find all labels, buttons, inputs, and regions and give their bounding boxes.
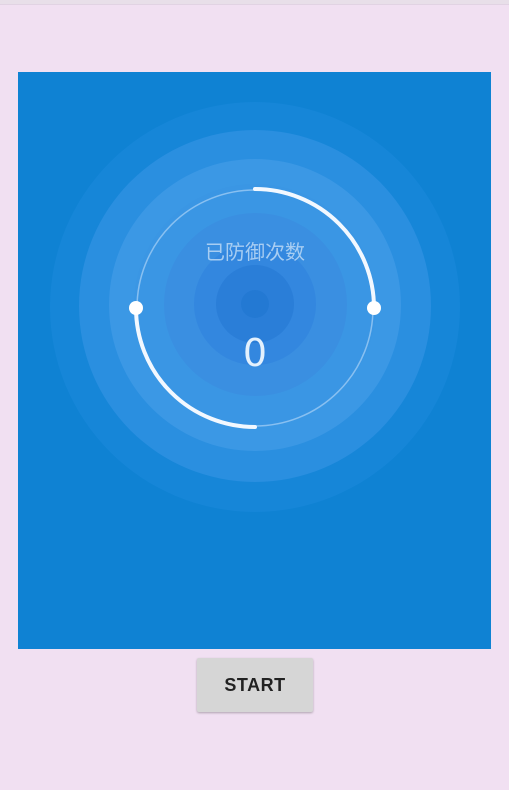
start-button[interactable]: START [197, 658, 313, 712]
defense-panel: 已防御次数 0 [18, 72, 491, 649]
top-status-strip [0, 0, 509, 5]
dial-handle-right [367, 301, 381, 315]
defense-count-value: 0 [242, 331, 268, 375]
dial-track [136, 189, 374, 427]
dial-handle-left [129, 301, 143, 315]
defense-count-label: 已防御次数 [205, 240, 305, 264]
